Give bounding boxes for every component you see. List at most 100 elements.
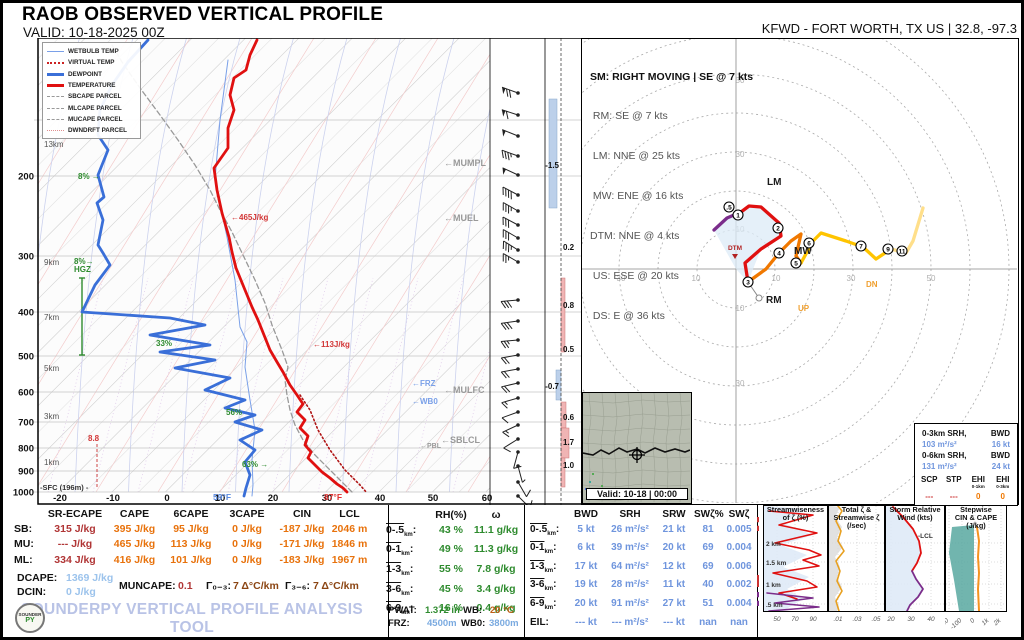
skewt-panel: 2003004005006007008009001000-20-10010203… (8, 38, 586, 505)
annotation-muel: ←MUEL (444, 213, 479, 223)
label-rm: RM (766, 295, 782, 306)
table-value: 0 J/kg (219, 553, 275, 568)
row-label: MU: (14, 537, 44, 552)
annotation-downdraft-value: 8.8 (88, 434, 100, 443)
pressure-label: 700 (18, 418, 34, 429)
table-value: 0 J/kg (219, 522, 275, 537)
column-header: ω (470, 508, 522, 523)
station-info: KFWD - FORT WORTH, TX US | 32.8, -97.3 (762, 21, 1017, 36)
omega-value: 0.6 (563, 413, 575, 422)
table-value: --- m²/s² (606, 616, 654, 631)
surface-temp-label: 59°F (213, 492, 231, 502)
table-value: 55 % (432, 562, 470, 582)
table-value: 395 J/kg (106, 522, 163, 537)
table-value: 0.006 (722, 560, 756, 579)
height-marker-5: 5 (791, 258, 801, 268)
table-value: 1846 m (329, 537, 370, 552)
row-label: SB: (14, 522, 44, 537)
pressure-label: 300 (18, 252, 34, 263)
annotation-rh-33pct: 33% (156, 339, 172, 348)
panel-x-tick: 1k (981, 617, 991, 627)
wb0-value: 3800m (489, 618, 519, 629)
table-value: 465 J/kg (106, 537, 163, 552)
height-label: 7km (44, 313, 59, 322)
table-value: 0.005 (722, 523, 756, 542)
spacer (530, 508, 566, 523)
omega-value: 0.2 (563, 243, 575, 252)
map-caption: Valid: 10-18 | 00:00 (586, 488, 688, 500)
column-header: SWζ (722, 508, 756, 523)
srh-0-3-values: 103 m²/s²16 kt (917, 439, 1015, 450)
map-canvas (583, 393, 690, 502)
legend-item: DWNDRFT PARCEL (47, 125, 138, 136)
dcape-label: DCAPE: (17, 572, 57, 584)
annotation-rh-56pct: 56% (226, 408, 242, 417)
legend-label: DEWPOINT (68, 71, 102, 78)
omega-value: -0.7 (545, 382, 559, 391)
height-marker-2: 2 (773, 223, 783, 233)
row-label: 0-.5km: (530, 523, 566, 542)
annotation-frz: ←FRZ (412, 379, 436, 388)
brand-title: SOUNDERPY VERTICAL PROFILE ANALYSIS TOOL (14, 601, 370, 637)
temp-tick-label: -10 (106, 493, 120, 504)
table-value: 0.002 (722, 578, 756, 597)
panel-x-tick: 70 (791, 616, 799, 623)
column-header: SR-ECAPE (44, 507, 106, 522)
omega-value: 1.0 (563, 461, 575, 470)
skewt-legend: WETBULB TEMPVIRTUAL TEMPDEWPOINTTEMPERAT… (42, 42, 141, 139)
svg-text:9: 9 (886, 246, 890, 253)
table-value: nan (694, 616, 722, 631)
storm-motion-dtm: DTM: NNE @ 4 kts (590, 230, 753, 243)
surface-label: -SFC (196m) - (40, 483, 89, 492)
table-value: 6 kt (566, 541, 606, 560)
pressure-label: 200 (18, 172, 34, 183)
panel-x-tick: 30 (907, 616, 915, 623)
kinematics-table: BWDSRHSRWSWζ%SWζ0-.5km:5 kt26 m²/s²21 kt… (530, 508, 756, 630)
column-header: RH(%) (432, 508, 470, 523)
table-value: 315 J/kg (44, 522, 106, 537)
srh-0-6-values: 131 m²/s²24 kt (917, 461, 1015, 472)
temp-tick-label: 40 (375, 493, 386, 504)
temp-tick-label: -20 (53, 493, 67, 504)
annotation-hgz: HGZ (74, 265, 91, 274)
panel-x-tick: .03 (852, 616, 861, 623)
pwat-label: PWAT: (388, 605, 417, 616)
table-value: 19 kt (566, 578, 606, 597)
mini-panels: 2 km1.5 km1 km.5 km507090Streamwisenesso… (757, 505, 1019, 637)
panel-x-tick: 0 (969, 617, 977, 625)
muncape-value: 0.1 (178, 580, 193, 592)
table-value: 0.004 (722, 541, 756, 560)
table-value: 21 kt (654, 523, 694, 542)
legend-item: WETBULB TEMP (47, 46, 138, 57)
height-marker-11: 11 (897, 246, 907, 256)
panel-x-tick: 50 (773, 616, 781, 623)
omega-value: 1.7 (563, 438, 575, 447)
table-value: -183 J/kg (275, 553, 329, 568)
parcel-line-sample (47, 96, 64, 97)
dwndrft-line-sample (47, 130, 64, 131)
rm-marker (756, 295, 762, 301)
table-value: 81 (694, 523, 722, 542)
table-value: 69 (694, 560, 722, 579)
column-header: SRW (654, 508, 694, 523)
omega-value: 0.8 (563, 301, 575, 310)
mini-panel-0: 2 km1.5 km1 km.5 km507090Streamwisenesso… (763, 505, 828, 633)
table-value: --- kt (566, 616, 606, 631)
srh-0-6-header: 0-6km SRH,BWD (917, 450, 1015, 461)
panel-y-label: 1.5 km (766, 560, 786, 567)
mini-panel-title: Streamwisenessof ζ (%) (763, 506, 828, 522)
omega-value: 0.5 (563, 345, 575, 354)
column-header: SWζ% (694, 508, 722, 523)
frz-label: FRZ: (388, 618, 410, 629)
virtual-line-sample (47, 62, 64, 64)
label-lm: LM (767, 177, 781, 188)
inflow-marker (757, 575, 759, 587)
mini-panel-1: .01.03.05Total ζ &Streamwise ζ(/sec) (828, 505, 885, 633)
pressure-label: 900 (18, 467, 34, 478)
legend-label: MLCAPE PARCEL (68, 105, 122, 112)
row-label: 6-9km: (530, 597, 566, 616)
annotation-wb0: ←WB0 (412, 397, 438, 406)
figure: RAOB OBSERVED VERTICAL PROFILE VALID: 10… (0, 0, 1024, 640)
row-label: 0-1km: (530, 541, 566, 560)
pressure-label: 600 (18, 388, 34, 399)
